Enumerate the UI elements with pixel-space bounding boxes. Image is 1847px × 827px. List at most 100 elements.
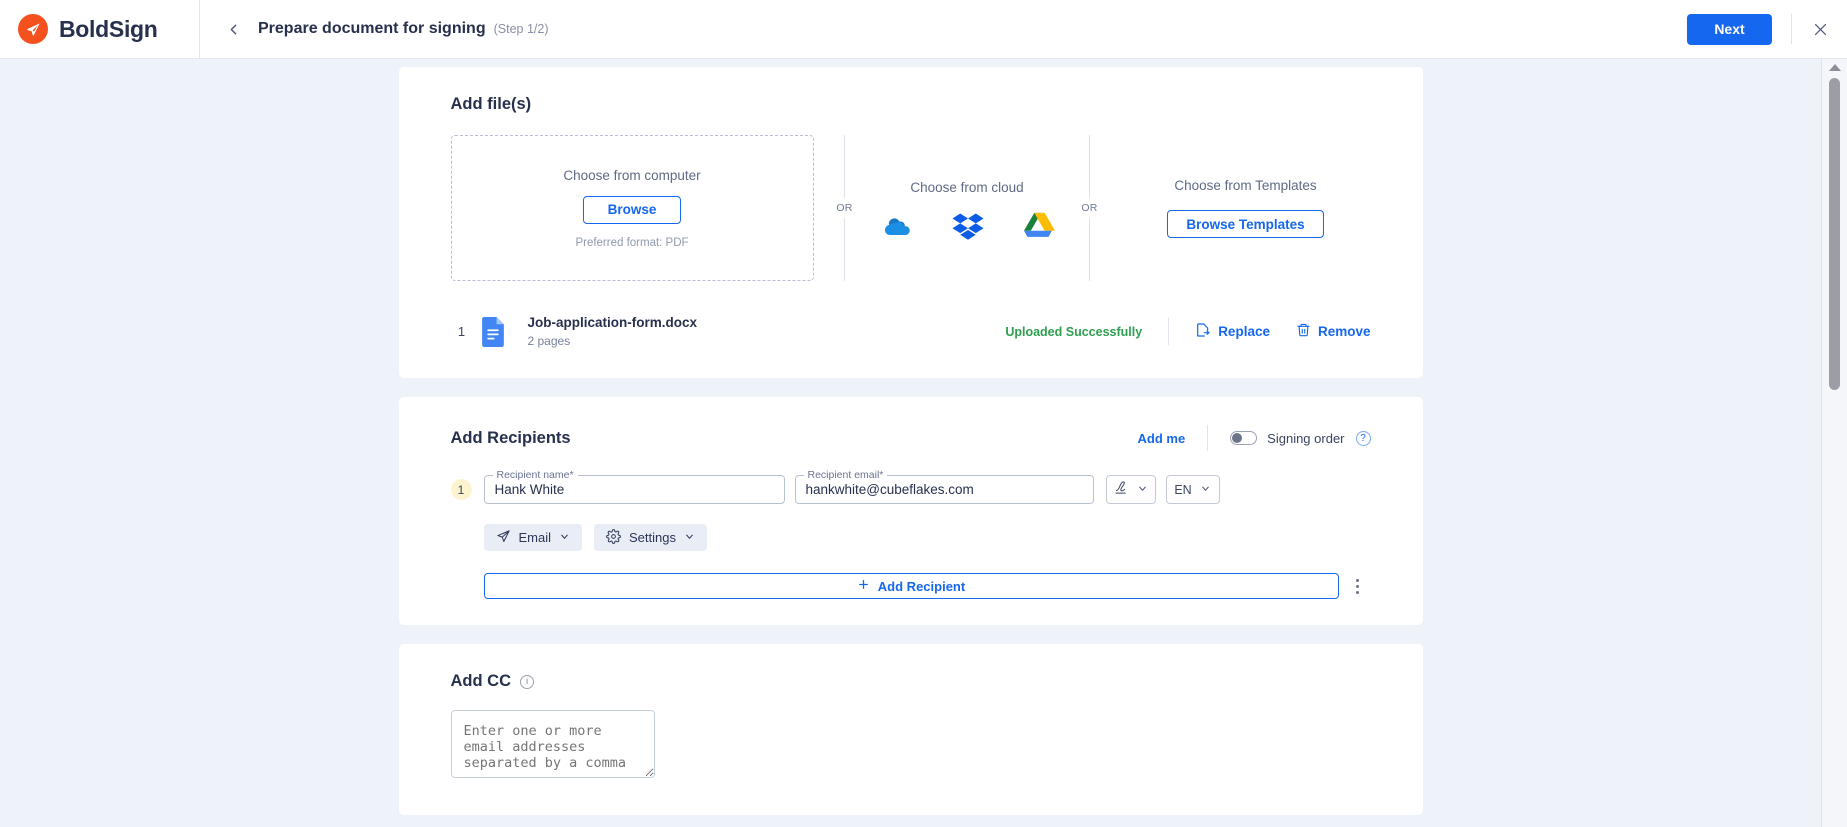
signature-type-dropdown[interactable] — [1105, 475, 1156, 504]
file-page-count: 2 pages — [527, 334, 571, 348]
recipient-index-badge: 1 — [450, 479, 472, 500]
close-icon[interactable] — [1809, 18, 1831, 40]
kebab-menu-icon[interactable] — [1345, 578, 1371, 594]
gear-icon — [606, 528, 621, 547]
or-line-bottom — [844, 218, 845, 281]
header-center: Prepare document for signing (Step 1/2) — [200, 18, 1687, 40]
recipient-row: 1 Recipient name* Recipient email* — [450, 469, 1371, 504]
or-separator-left: OR — [814, 135, 876, 281]
add-me-link[interactable]: Add me — [1138, 431, 1186, 446]
add-cc-title: Add CC — [450, 672, 512, 690]
chevron-down-icon — [559, 530, 570, 545]
choose-from-templates-group: Choose from Templates Browse Templates — [1121, 135, 1371, 281]
dot-3 — [1356, 590, 1359, 594]
uploaded-file-row: 1 Job-application-form.docx 2 pages Uplo… — [451, 315, 1371, 348]
chevron-down-icon — [684, 530, 695, 545]
add-recipient-button[interactable]: Add Recipient — [483, 573, 1339, 599]
recipient-email-label: Recipient email* — [803, 469, 888, 481]
onedrive-icon[interactable] — [880, 215, 912, 237]
settings-label: Settings — [629, 530, 676, 545]
signing-order-toggle[interactable] — [1230, 431, 1258, 445]
page-title: Prepare document for signing — [258, 20, 486, 37]
choose-from-templates-label: Choose from Templates — [1174, 178, 1317, 193]
add-recipient-label: Add Recipient — [877, 578, 966, 594]
remove-label: Remove — [1317, 324, 1371, 339]
document-file-icon — [481, 316, 506, 347]
app-header: BoldSign Prepare document for signing (S… — [0, 0, 1847, 59]
cc-email-input[interactable] — [450, 710, 655, 778]
replace-file-button[interactable]: Replace — [1195, 322, 1270, 341]
replace-label: Replace — [1218, 324, 1270, 339]
dot-2 — [1356, 584, 1359, 588]
file-actions-divider — [1168, 318, 1170, 345]
add-files-title: Add file(s) — [450, 95, 532, 113]
recipient-email-field[interactable]: Recipient email* — [794, 469, 1094, 504]
choose-from-computer-dropzone[interactable]: Choose from computer Browse Preferred fo… — [450, 135, 814, 281]
add-files-card: Add file(s) Choose from computer Browse … — [398, 67, 1423, 378]
or-label-left: OR — [836, 202, 853, 214]
header-divider — [1791, 14, 1792, 44]
cc-info-icon[interactable]: i — [520, 674, 534, 689]
signing-order-help-icon[interactable]: ? — [1355, 430, 1371, 446]
paper-plane-icon — [496, 529, 511, 547]
recipient-name-label: Recipient name* — [492, 469, 578, 481]
add-recipients-title: Add Recipients — [450, 428, 571, 447]
paper-plane-logo-icon — [18, 14, 48, 44]
scroll-content: Add file(s) Choose from computer Browse … — [0, 59, 1821, 827]
chevron-down-icon — [1200, 483, 1211, 497]
signing-order-label: Signing order — [1267, 430, 1345, 446]
chevron-left-icon[interactable] — [222, 18, 244, 40]
browse-templates-button[interactable]: Browse Templates — [1167, 210, 1324, 238]
cc-header: Add CC i — [451, 672, 1371, 691]
or-separator-right: OR — [1059, 135, 1121, 281]
or-label-right: OR — [1081, 202, 1098, 214]
remove-file-button[interactable]: Remove — [1296, 322, 1371, 341]
scrollbar-thumb[interactable] — [1829, 78, 1840, 390]
choose-from-cloud-label: Choose from cloud — [910, 180, 1024, 195]
browse-button[interactable]: Browse — [582, 195, 682, 224]
recipient-name-field[interactable]: Recipient name* — [483, 469, 785, 504]
email-dropdown-button[interactable]: Email — [483, 524, 583, 551]
google-drive-icon[interactable] — [1023, 212, 1055, 240]
language-value: EN — [1174, 482, 1192, 497]
app-root: BoldSign Prepare document for signing (S… — [0, 0, 1847, 827]
plus-icon — [857, 578, 870, 594]
add-recipients-card: Add Recipients Add me Signing order ? 1 … — [398, 397, 1423, 625]
recipient-email-input[interactable] — [805, 482, 1083, 497]
chevron-down-icon — [1137, 481, 1148, 499]
caret-up-icon[interactable] — [1828, 64, 1841, 71]
choose-from-cloud-group: Choose from cloud — [876, 135, 1059, 281]
file-meta: Job-application-form.docx 2 pages — [528, 315, 698, 348]
or-line-bottom-2 — [1089, 218, 1090, 281]
upload-status-badge: Uploaded Successfully — [1005, 324, 1143, 339]
or-line-top-2 — [1089, 135, 1090, 198]
file-index: 1 — [457, 324, 466, 339]
replace-document-icon — [1195, 322, 1211, 341]
recipient-language-dropdown[interactable]: EN — [1165, 475, 1220, 504]
add-cc-card: Add CC i — [398, 644, 1423, 815]
dropbox-icon[interactable] — [951, 212, 984, 240]
email-label: Email — [518, 530, 552, 545]
brand-logo[interactable]: BoldSign — [0, 0, 200, 59]
preferred-format-hint: Preferred format: PDF — [575, 236, 689, 249]
next-button[interactable]: Next — [1687, 13, 1772, 45]
step-indicator: (Step 1/2) — [493, 22, 549, 36]
recipient-name-input[interactable] — [494, 482, 774, 497]
vertical-scrollbar[interactable] — [1821, 59, 1847, 827]
file-name: Job-application-form.docx — [527, 315, 698, 330]
page-body: Add file(s) Choose from computer Browse … — [0, 59, 1847, 827]
header-actions: Next — [1687, 0, 1847, 59]
dot-1 — [1356, 578, 1359, 582]
or-line-top — [844, 135, 845, 198]
trash-icon — [1296, 322, 1311, 341]
upload-sources-row: Choose from computer Browse Preferred fo… — [450, 135, 1371, 281]
settings-dropdown-button[interactable]: Settings — [594, 524, 707, 551]
brand-name: BoldSign — [59, 15, 158, 42]
recipients-header-divider — [1207, 425, 1209, 451]
signature-pen-icon — [1114, 480, 1129, 500]
choose-from-computer-label: Choose from computer — [563, 167, 701, 183]
recipient-options-row: Email Settings — [483, 524, 1371, 551]
toggle-knob — [1232, 433, 1243, 443]
cloud-provider-icons — [880, 212, 1055, 240]
add-recipient-row: Add Recipient — [451, 573, 1371, 599]
